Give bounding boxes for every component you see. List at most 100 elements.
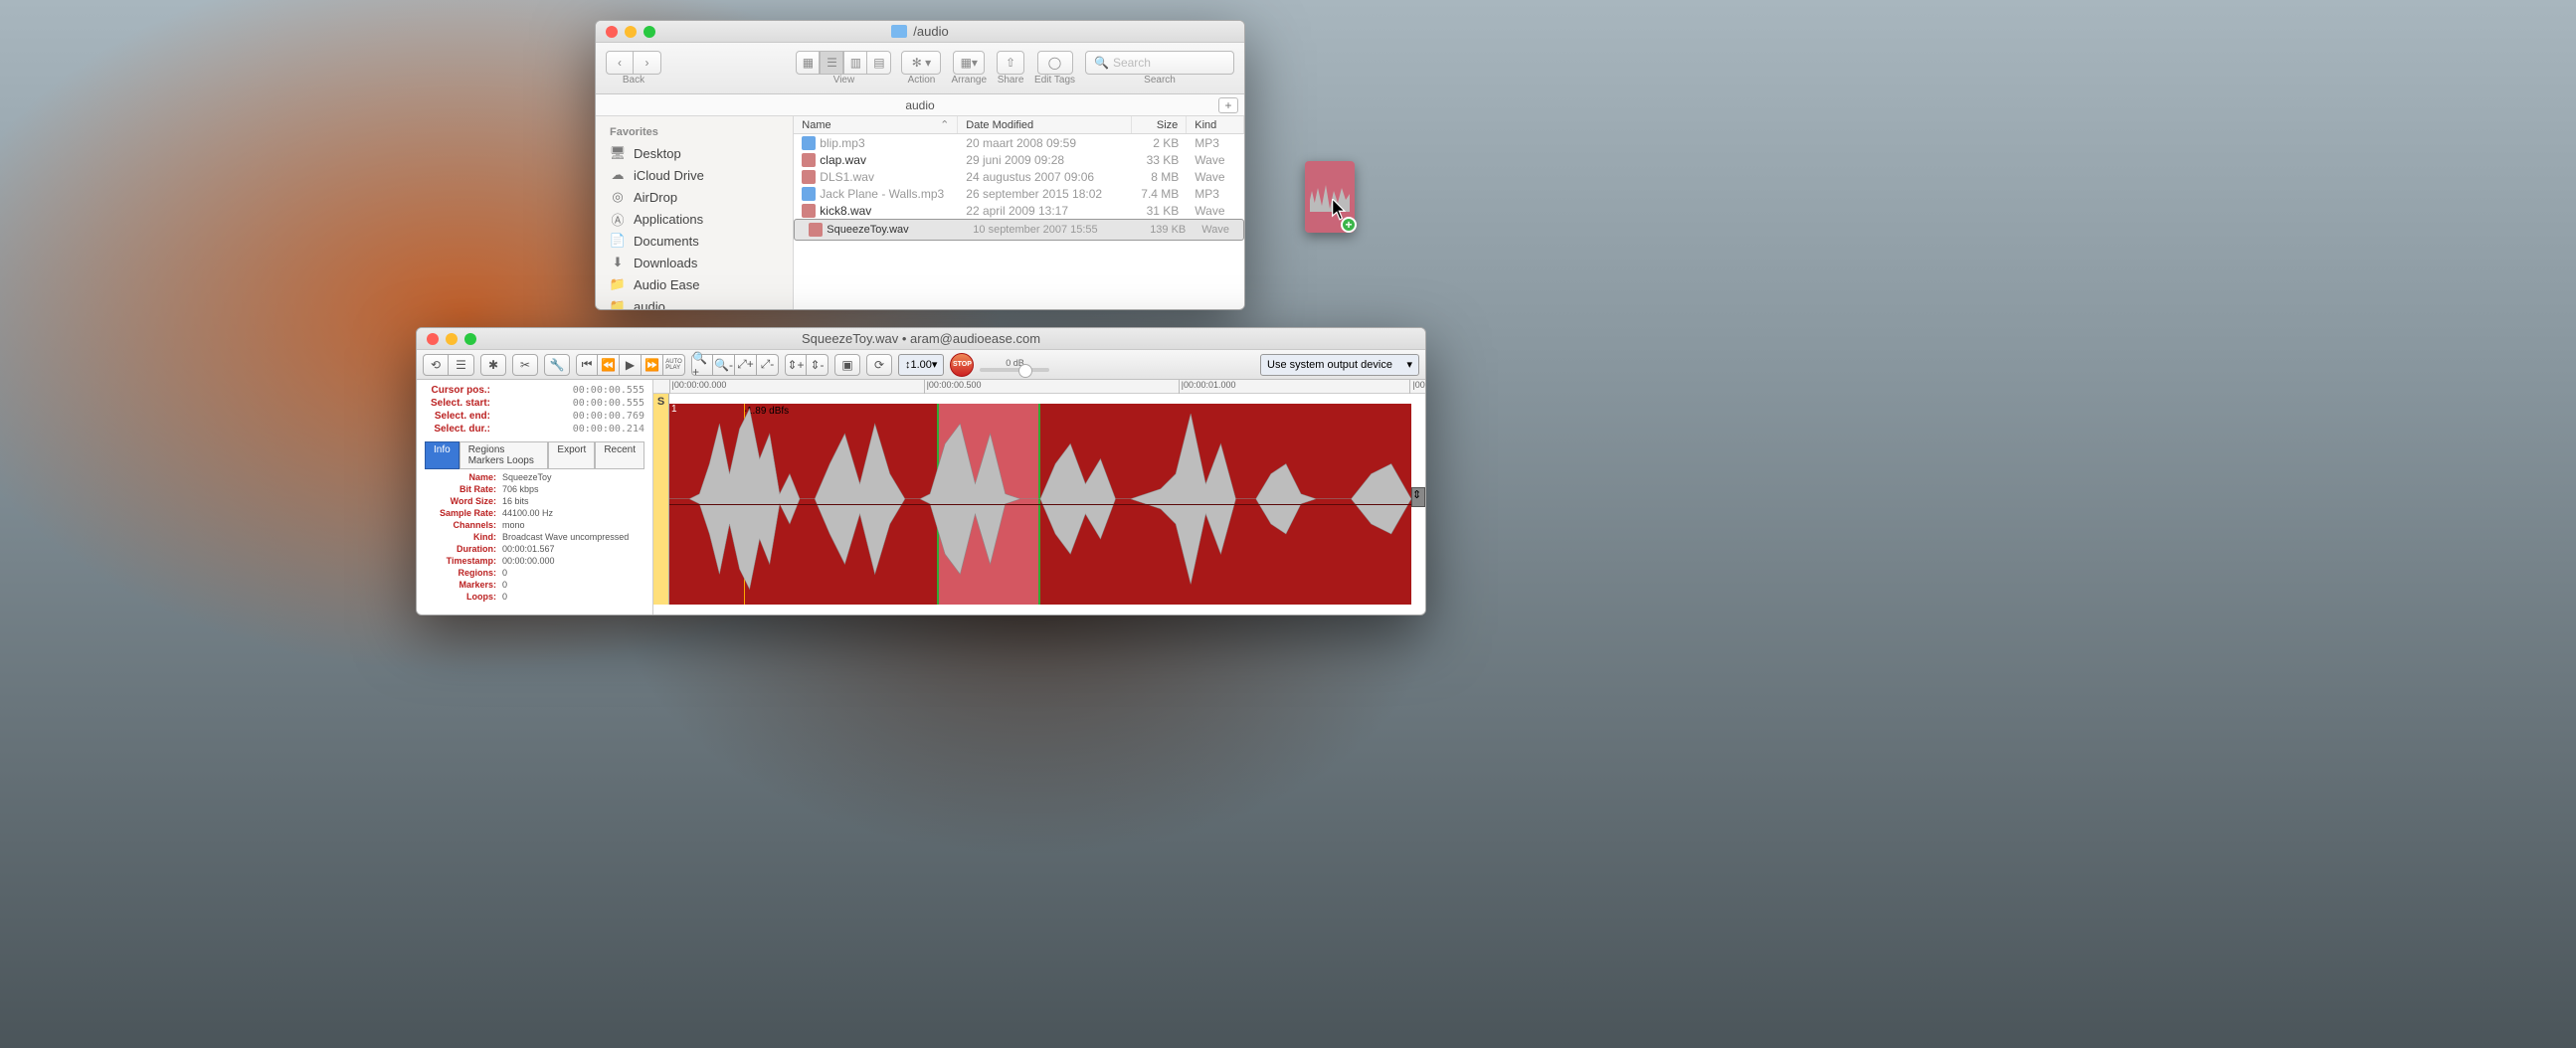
back-button[interactable]: ‹ xyxy=(606,51,634,75)
minimize-button[interactable] xyxy=(446,333,458,345)
side-tab[interactable]: Regions Markers Loops xyxy=(460,441,549,469)
sidebar-item[interactable]: 🖥Desktop xyxy=(596,142,793,164)
time-ruler[interactable]: |00:00:00.000|00:00:00.500|00:00:01.000|… xyxy=(653,380,1425,394)
ffwd-button[interactable]: ⏩ xyxy=(642,354,663,376)
speed-field[interactable]: ↕ 1.00 ▾ xyxy=(898,354,944,376)
col-name[interactable]: Name⌃ xyxy=(794,116,958,133)
action-label: Action xyxy=(908,75,936,86)
path-segment[interactable]: audio xyxy=(905,98,934,112)
trim-button[interactable]: ✂ xyxy=(512,354,538,376)
play-button[interactable]: ▶ xyxy=(620,354,642,376)
zoom-vert-in-button[interactable]: ⇕+ xyxy=(785,354,807,376)
zoom-in-button[interactable]: 🔍+ xyxy=(691,354,713,376)
rewind-button[interactable]: ⏪ xyxy=(598,354,620,376)
track-label[interactable]: S xyxy=(653,394,669,605)
file-row[interactable]: DLS1.wav 24 augustus 2007 09:06 8 MB Wav… xyxy=(794,168,1244,185)
loop-button[interactable]: ⟳ xyxy=(866,354,892,376)
finder-titlebar[interactable]: /audio xyxy=(596,21,1244,43)
output-device-select[interactable]: Use system output device▾ xyxy=(1260,354,1419,376)
history-button[interactable]: ☰ xyxy=(449,354,474,376)
ruler-tick: |00:00:00.500 xyxy=(924,380,982,394)
icon-view-button[interactable]: ▦ xyxy=(796,51,820,75)
list-view-button[interactable]: ☰ xyxy=(820,51,843,75)
waveform-area[interactable]: |00:00:00.000|00:00:00.500|00:00:01.000|… xyxy=(653,380,1425,614)
sidebar-item-label: AirDrop xyxy=(634,190,677,205)
side-tab[interactable]: Info xyxy=(425,441,460,469)
col-size[interactable]: Size xyxy=(1132,116,1187,133)
side-tab[interactable]: Recent xyxy=(595,441,644,469)
file-icon xyxy=(802,187,816,201)
share-label: Share xyxy=(998,75,1024,86)
sidebar-item[interactable]: ⬇Downloads xyxy=(596,252,793,273)
sidebar-item-label: Applications xyxy=(634,212,703,227)
undo-button[interactable]: ⟲ xyxy=(423,354,449,376)
side-tab[interactable]: Export xyxy=(548,441,595,469)
folder-icon: 📁 xyxy=(610,276,626,292)
file-row[interactable]: clap.wav 29 juni 2009 09:28 33 KB Wave xyxy=(794,151,1244,168)
sidebar-item[interactable]: 📁audio xyxy=(596,295,793,309)
info-label: Regions: xyxy=(425,567,502,579)
search-field[interactable]: 🔍 Search xyxy=(1085,51,1234,75)
stop-button[interactable]: STOP xyxy=(950,353,974,377)
tools-button[interactable]: 🔧 xyxy=(544,354,570,376)
zoom-sel-in-button[interactable]: ⤢+ xyxy=(735,354,757,376)
file-row[interactable]: kick8.wav 22 april 2009 13:17 31 KB Wave xyxy=(794,202,1244,219)
fit-button[interactable]: ▣ xyxy=(834,354,860,376)
coverflow-view-button[interactable]: ▤ xyxy=(867,51,891,75)
zoom-button[interactable] xyxy=(464,333,476,345)
snap-button[interactable]: ✱ xyxy=(480,354,506,376)
sidebar-item[interactable]: ⒶApplications xyxy=(596,208,793,230)
waveform-track[interactable]: 1 -1.89 dBfs xyxy=(669,404,1411,605)
gain-slider[interactable] xyxy=(980,368,1049,372)
zoom-sel-out-button[interactable]: ⤢- xyxy=(757,354,779,376)
sidebar-header: Favorites xyxy=(596,122,793,142)
sidebar-item[interactable]: 📄Documents xyxy=(596,230,793,252)
close-button[interactable] xyxy=(606,26,618,38)
add-path-button[interactable]: + xyxy=(1218,97,1238,113)
close-button[interactable] xyxy=(427,333,439,345)
sidebar-item[interactable]: 📁 Audio Ease xyxy=(596,273,793,295)
tags-button[interactable]: ◯ xyxy=(1037,51,1073,75)
file-name: clap.wav xyxy=(820,153,866,167)
column-view-button[interactable]: ▥ xyxy=(843,51,867,75)
editor-titlebar[interactable]: SqueezeToy.wav • aram@audioease.com xyxy=(417,328,1425,350)
info-label: Loops: xyxy=(425,591,502,603)
timecode-row: Cursor pos.:00:00:00.555 xyxy=(425,384,644,397)
info-row: Sample Rate:44100.00 Hz xyxy=(425,507,644,519)
file-icon xyxy=(802,153,816,167)
vertical-zoom-handle[interactable]: ⇕ xyxy=(1411,487,1425,507)
info-value: SqueezeToy xyxy=(502,471,552,483)
editor-title: SqueezeToy.wav • aram@audioease.com xyxy=(476,331,1366,346)
doc-icon: 📄 xyxy=(610,233,626,249)
arrange-menu[interactable]: ▦▾ xyxy=(953,51,985,75)
info-row: Duration:00:00:01.567 xyxy=(425,543,644,555)
file-date: 29 juni 2009 09:28 xyxy=(958,152,1132,168)
zoom-button[interactable] xyxy=(644,26,655,38)
file-row[interactable]: Jack Plane - Walls.mp3 26 september 2015… xyxy=(794,185,1244,202)
file-kind: MP3 xyxy=(1187,186,1244,202)
sidebar-item-label: Audio Ease xyxy=(634,277,700,292)
drag-copy-badge: + xyxy=(1341,217,1357,233)
col-date[interactable]: Date Modified xyxy=(958,116,1132,133)
folder-icon: 📁 xyxy=(610,298,626,309)
forward-button[interactable]: › xyxy=(634,51,661,75)
file-row[interactable]: SqueezeToy.wav 10 september 2007 15:55 1… xyxy=(794,219,1244,241)
file-row[interactable]: blip.mp3 20 maart 2008 09:59 2 KB MP3 xyxy=(794,134,1244,151)
info-label: Word Size: xyxy=(425,495,502,507)
airdrop-icon: ◎ xyxy=(610,189,626,205)
autoplay-button[interactable]: AUTOPLAY xyxy=(663,354,685,376)
sidebar-item-label: Downloads xyxy=(634,256,697,270)
file-icon xyxy=(802,136,816,150)
rtz-button[interactable]: ⏮ xyxy=(576,354,598,376)
view-switcher[interactable]: ▦ ☰ ▥ ▤ xyxy=(796,51,891,75)
share-button[interactable]: ⇧ xyxy=(997,51,1024,75)
zoom-out-button[interactable]: 🔍- xyxy=(713,354,735,376)
folder-icon xyxy=(891,25,907,38)
col-kind[interactable]: Kind xyxy=(1187,116,1244,133)
side-tabs: InfoRegions Markers LoopsExportRecent xyxy=(425,441,644,469)
minimize-button[interactable] xyxy=(625,26,637,38)
action-menu[interactable]: ✻ ▾ xyxy=(901,51,941,75)
zoom-vert-out-button[interactable]: ⇕- xyxy=(807,354,828,376)
sidebar-item[interactable]: ☁iCloud Drive xyxy=(596,164,793,186)
sidebar-item[interactable]: ◎ AirDrop xyxy=(596,186,793,208)
